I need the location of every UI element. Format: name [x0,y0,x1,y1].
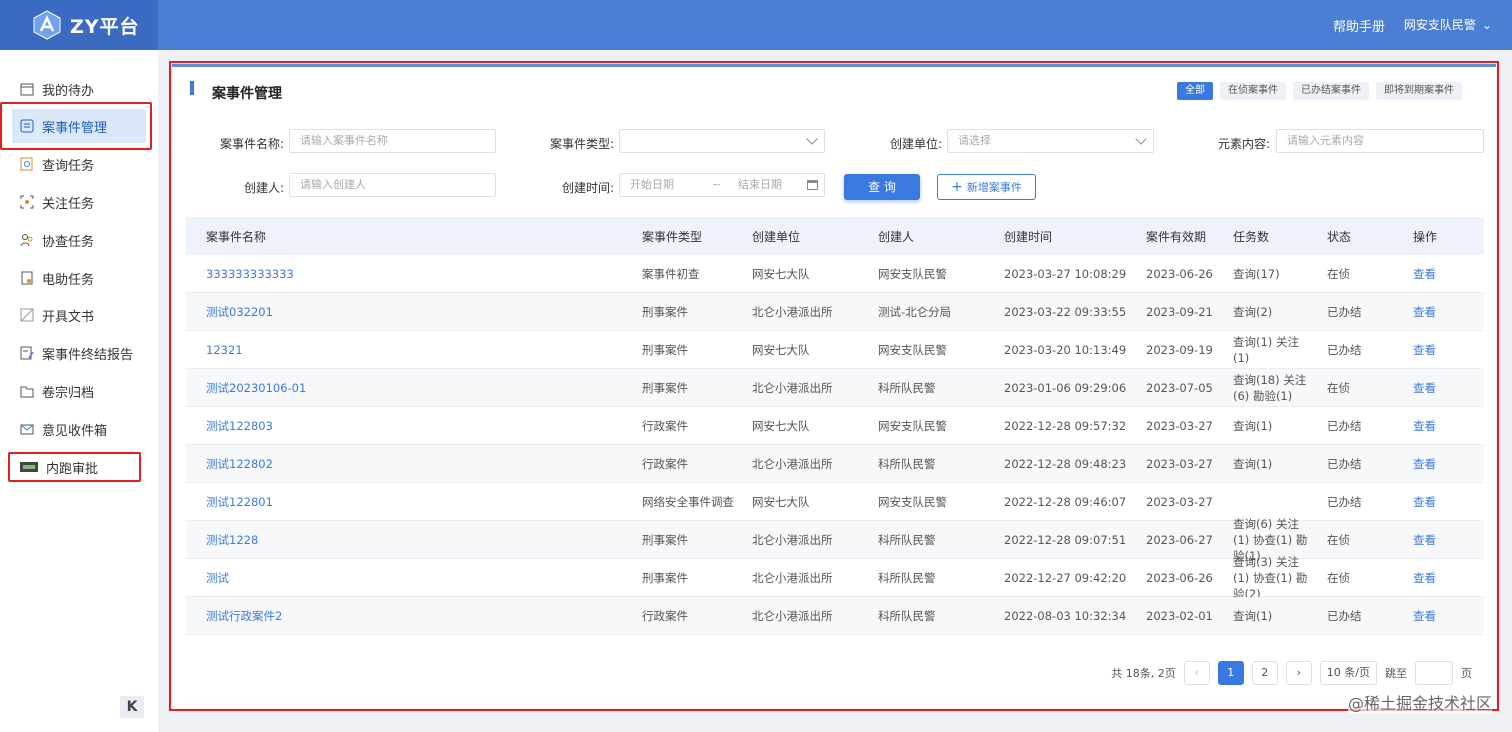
collapse-sidebar-button[interactable]: K [120,696,144,718]
sidebar-item-label: 协查任务 [42,234,95,250]
calendar-icon [20,83,34,96]
sidebar-item-electronic-task[interactable]: 电助任务 [12,261,146,295]
search-doc-icon [20,157,33,171]
highlight-box [8,452,141,482]
top-bar: ZY平台 帮助手册 网安支队民警 ⌄ [0,0,1512,50]
user-name: 网安支队民警 [1403,18,1476,32]
inbox-icon [20,424,34,435]
sidebar-item-label: 我的待办 [42,83,95,99]
broken-image-icon [20,308,34,322]
sidebar-item-archive[interactable]: 卷宗归档 [12,374,146,408]
highlight-box [0,102,152,150]
folder-icon [20,386,34,398]
sidebar-item-feedback-inbox[interactable]: 意见收件箱 [12,412,146,446]
sidebar-item-label: 意见收件箱 [42,423,108,439]
user-menu[interactable]: 网安支队民警 ⌄ [1404,16,1492,33]
chevron-down-icon: ⌄ [1481,17,1492,32]
app-name: ZY平台 [70,15,140,38]
logo[interactable]: ZY平台 [0,0,158,50]
sidebar-item-issue-document[interactable]: 开具文书 [12,298,146,332]
sidebar-item-label: 卷宗归档 [42,385,95,401]
sidebar: 我的待办 案事件管理 查询任务 关注任务 协查任务 电助任务 开具文书 案事件终… [0,50,158,732]
sidebar-item-label: 查询任务 [42,158,95,174]
highlight-box [169,61,1499,711]
sidebar-item-query-task[interactable]: 查询任务 [12,147,146,181]
watermark: @稀土掘金技术社区 [1347,690,1492,714]
sidebar-item-label: 案事件终结报告 [42,347,134,363]
sidebar-item-label: 开具文书 [42,309,95,325]
focus-icon [20,195,34,209]
help-link[interactable]: 帮助手册 [1333,16,1385,35]
sidebar-item-final-report[interactable]: 案事件终结报告 [12,336,146,370]
sidebar-item-assist-task[interactable]: 协查任务 [12,223,146,257]
sidebar-item-focus-task[interactable]: 关注任务 [12,185,146,219]
sidebar-item-label: 关注任务 [42,196,95,212]
logo-icon [33,10,61,40]
edit-doc-icon [20,346,34,360]
document-icon [21,271,33,285]
collapse-icon: K [126,699,138,715]
sidebar-item-label: 电助任务 [42,272,95,288]
people-icon [20,234,33,247]
sidebar-item-todo[interactable]: 我的待办 [12,72,146,106]
